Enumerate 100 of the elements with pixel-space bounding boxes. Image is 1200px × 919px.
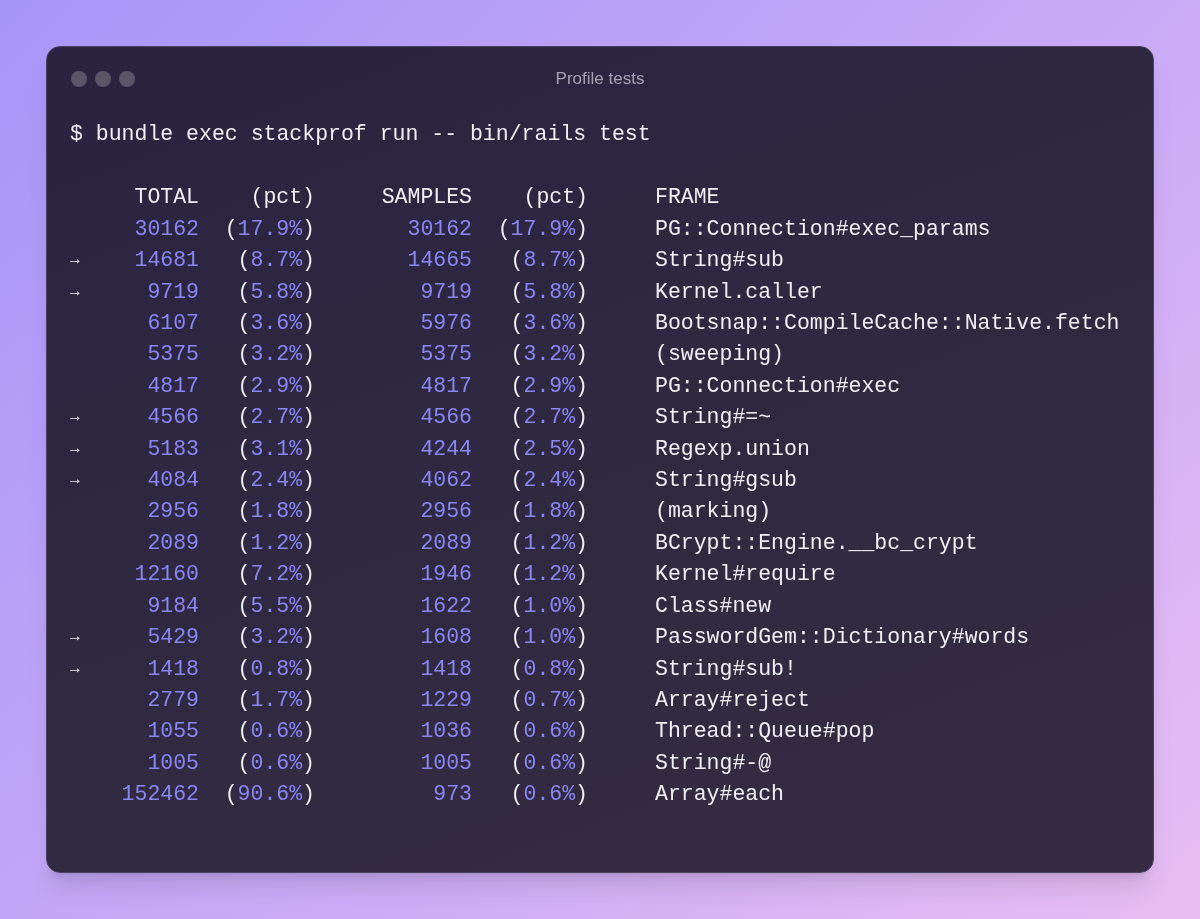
percent-text: (3.1%)	[236, 435, 315, 463]
count-text: 2089	[419, 529, 472, 557]
column-header: (pct)	[522, 184, 588, 212]
arrow-marker: →	[70, 250, 80, 272]
frame-name: Kernel.caller	[655, 278, 823, 306]
frame-name: String#sub!	[655, 655, 797, 683]
percent-text: (1.7%)	[236, 686, 315, 714]
percent-text: (3.2%)	[236, 341, 315, 369]
percent-text: (1.8%)	[509, 498, 588, 526]
column-header: FRAME	[655, 184, 720, 212]
count-text: 5976	[419, 310, 472, 338]
count-text: 12160	[133, 561, 199, 589]
count-text: 4062	[419, 467, 472, 495]
percent-text: (2.7%)	[236, 404, 315, 432]
count-text: 1005	[146, 749, 199, 777]
percent-text: (0.6%)	[236, 749, 315, 777]
count-text: 14665	[406, 247, 472, 275]
frame-name: PG::Connection#exec_params	[655, 215, 991, 243]
frame-name: Thread::Queue#pop	[655, 718, 875, 746]
count-text: 1005	[419, 749, 472, 777]
frame-name: Array#each	[655, 781, 785, 809]
frame-name: BCrypt::Engine.__bc_crypt	[655, 529, 978, 557]
count-text: 2956	[146, 498, 199, 526]
percent-text: (1.8%)	[236, 498, 315, 526]
count-text: 2089	[146, 529, 199, 557]
count-text: 30162	[406, 215, 472, 243]
percent-text: (0.6%)	[236, 718, 315, 746]
arrow-marker: →	[70, 658, 80, 680]
command-line: $ bundle exec stackprof run -- bin/rails test	[70, 122, 651, 146]
percent-text: (2.7%)	[509, 404, 588, 432]
frame-name: String#gsub	[655, 467, 797, 495]
percent-text: (7.2%)	[236, 561, 315, 589]
percent-text: (5.8%)	[236, 278, 315, 306]
count-text: 5429	[146, 624, 199, 652]
frame-name: (sweeping)	[655, 341, 785, 369]
percent-text: (3.6%)	[236, 310, 315, 338]
percent-text: (90.6%)	[223, 781, 315, 809]
percent-text: (2.9%)	[509, 372, 588, 400]
arrow-marker: →	[70, 627, 80, 649]
frame-name: Kernel#require	[655, 561, 836, 589]
frame-name: String#=~	[655, 404, 772, 432]
arrow-marker: →	[70, 438, 80, 460]
count-text: 9719	[146, 278, 199, 306]
count-text: 1036	[419, 718, 472, 746]
frame-name: String#-@	[655, 749, 772, 777]
percent-text: (5.5%)	[236, 592, 315, 620]
percent-text: (0.6%)	[509, 749, 588, 777]
count-text: 4566	[419, 404, 472, 432]
percent-text: (1.0%)	[509, 592, 588, 620]
arrow-marker: →	[70, 281, 80, 303]
frame-name: String#sub	[655, 247, 785, 275]
percent-text: (17.9%)	[496, 215, 588, 243]
frame-name: PasswordGem::Dictionary#words	[655, 624, 1030, 652]
count-text: 1418	[146, 655, 199, 683]
count-text: 4244	[419, 435, 472, 463]
count-text: 1608	[419, 624, 472, 652]
percent-text: (1.0%)	[509, 624, 588, 652]
count-text: 9184	[146, 592, 199, 620]
column-header: SAMPLES	[380, 184, 472, 212]
percent-text: (2.4%)	[236, 467, 315, 495]
count-text: 6107	[146, 310, 199, 338]
percent-text: (2.5%)	[509, 435, 588, 463]
count-text: 5375	[419, 341, 472, 369]
percent-text: (1.2%)	[236, 529, 315, 557]
percent-text: (3.2%)	[509, 341, 588, 369]
column-header: (pct)	[249, 184, 315, 212]
percent-text: (5.8%)	[509, 278, 588, 306]
count-text: 1622	[419, 592, 472, 620]
percent-text: (1.2%)	[509, 529, 588, 557]
window-title: Profile tests	[555, 68, 645, 91]
percent-text: (0.7%)	[509, 686, 588, 714]
count-text: 4817	[146, 372, 199, 400]
frame-name: PG::Connection#exec	[655, 372, 901, 400]
count-text: 973	[432, 781, 472, 809]
count-text: 152462	[120, 781, 199, 809]
count-text: 1418	[419, 655, 472, 683]
count-text: 4084	[146, 467, 199, 495]
percent-text: (0.8%)	[509, 655, 588, 683]
percent-text: (2.9%)	[236, 372, 315, 400]
count-text: 4817	[419, 372, 472, 400]
count-text: 5375	[146, 341, 199, 369]
percent-text: (8.7%)	[509, 247, 588, 275]
percent-text: (2.4%)	[509, 467, 588, 495]
frame-name: Array#reject	[655, 686, 810, 714]
column-header: TOTAL	[133, 184, 199, 212]
arrow-marker: →	[70, 470, 80, 492]
percent-text: (0.8%)	[236, 655, 315, 683]
count-text: 14681	[133, 247, 199, 275]
percent-text: (0.6%)	[509, 718, 588, 746]
count-text: 30162	[133, 215, 199, 243]
count-text: 2956	[419, 498, 472, 526]
count-text: 1946	[419, 561, 472, 589]
count-text: 2779	[146, 686, 199, 714]
arrow-marker: →	[70, 407, 80, 429]
frame-name: Class#new	[655, 592, 772, 620]
percent-text: (8.7%)	[236, 247, 315, 275]
count-text: 1055	[146, 718, 199, 746]
percent-text: (1.2%)	[509, 561, 588, 589]
frame-name: Regexp.union	[655, 435, 810, 463]
percent-text: (17.9%)	[223, 215, 315, 243]
